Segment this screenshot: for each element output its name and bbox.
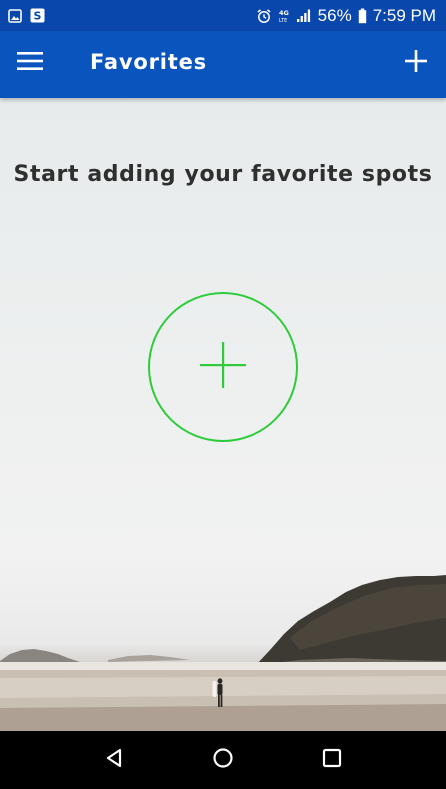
back-button[interactable]: [92, 738, 136, 782]
home-button[interactable]: [201, 738, 245, 782]
hamburger-menu-icon: [17, 51, 43, 75]
add-favorite-button[interactable]: [396, 43, 436, 83]
signal-icon: [296, 8, 312, 23]
plus-icon: [405, 50, 427, 76]
add-spot-button[interactable]: [148, 292, 298, 442]
page-title: Favorites: [90, 50, 207, 74]
s-app-icon: S: [30, 8, 45, 23]
app-bar: Favorites: [0, 31, 446, 98]
svg-text:LTE: LTE: [279, 18, 287, 24]
battery-icon: [358, 8, 367, 24]
svg-text:4G: 4G: [279, 9, 289, 17]
plus-icon: [200, 342, 246, 392]
home-icon: [212, 747, 234, 773]
system-navigation-bar: [0, 731, 446, 789]
empty-state-message: Start adding your favorite spots: [13, 162, 433, 187]
recent-apps-button[interactable]: [310, 738, 354, 782]
alarm-icon: [256, 8, 272, 24]
status-notification-icons: S: [8, 8, 45, 23]
status-system-icons: 4G LTE 56% 7:59 PM: [256, 7, 436, 24]
favorites-screen: S 4G LTE 56% 7:59 PM Favorites Start add…: [0, 0, 446, 789]
status-bar: S 4G LTE 56% 7:59 PM: [0, 0, 446, 31]
menu-button[interactable]: [10, 43, 50, 83]
clock: 7:59 PM: [372, 6, 436, 25]
back-icon: [103, 747, 125, 773]
battery-percent: 56%: [317, 6, 352, 25]
gallery-icon: [8, 8, 22, 23]
recent-apps-icon: [321, 747, 343, 773]
svg-text:S: S: [34, 10, 42, 23]
4g-lte-icon: 4G LTE: [278, 8, 290, 24]
